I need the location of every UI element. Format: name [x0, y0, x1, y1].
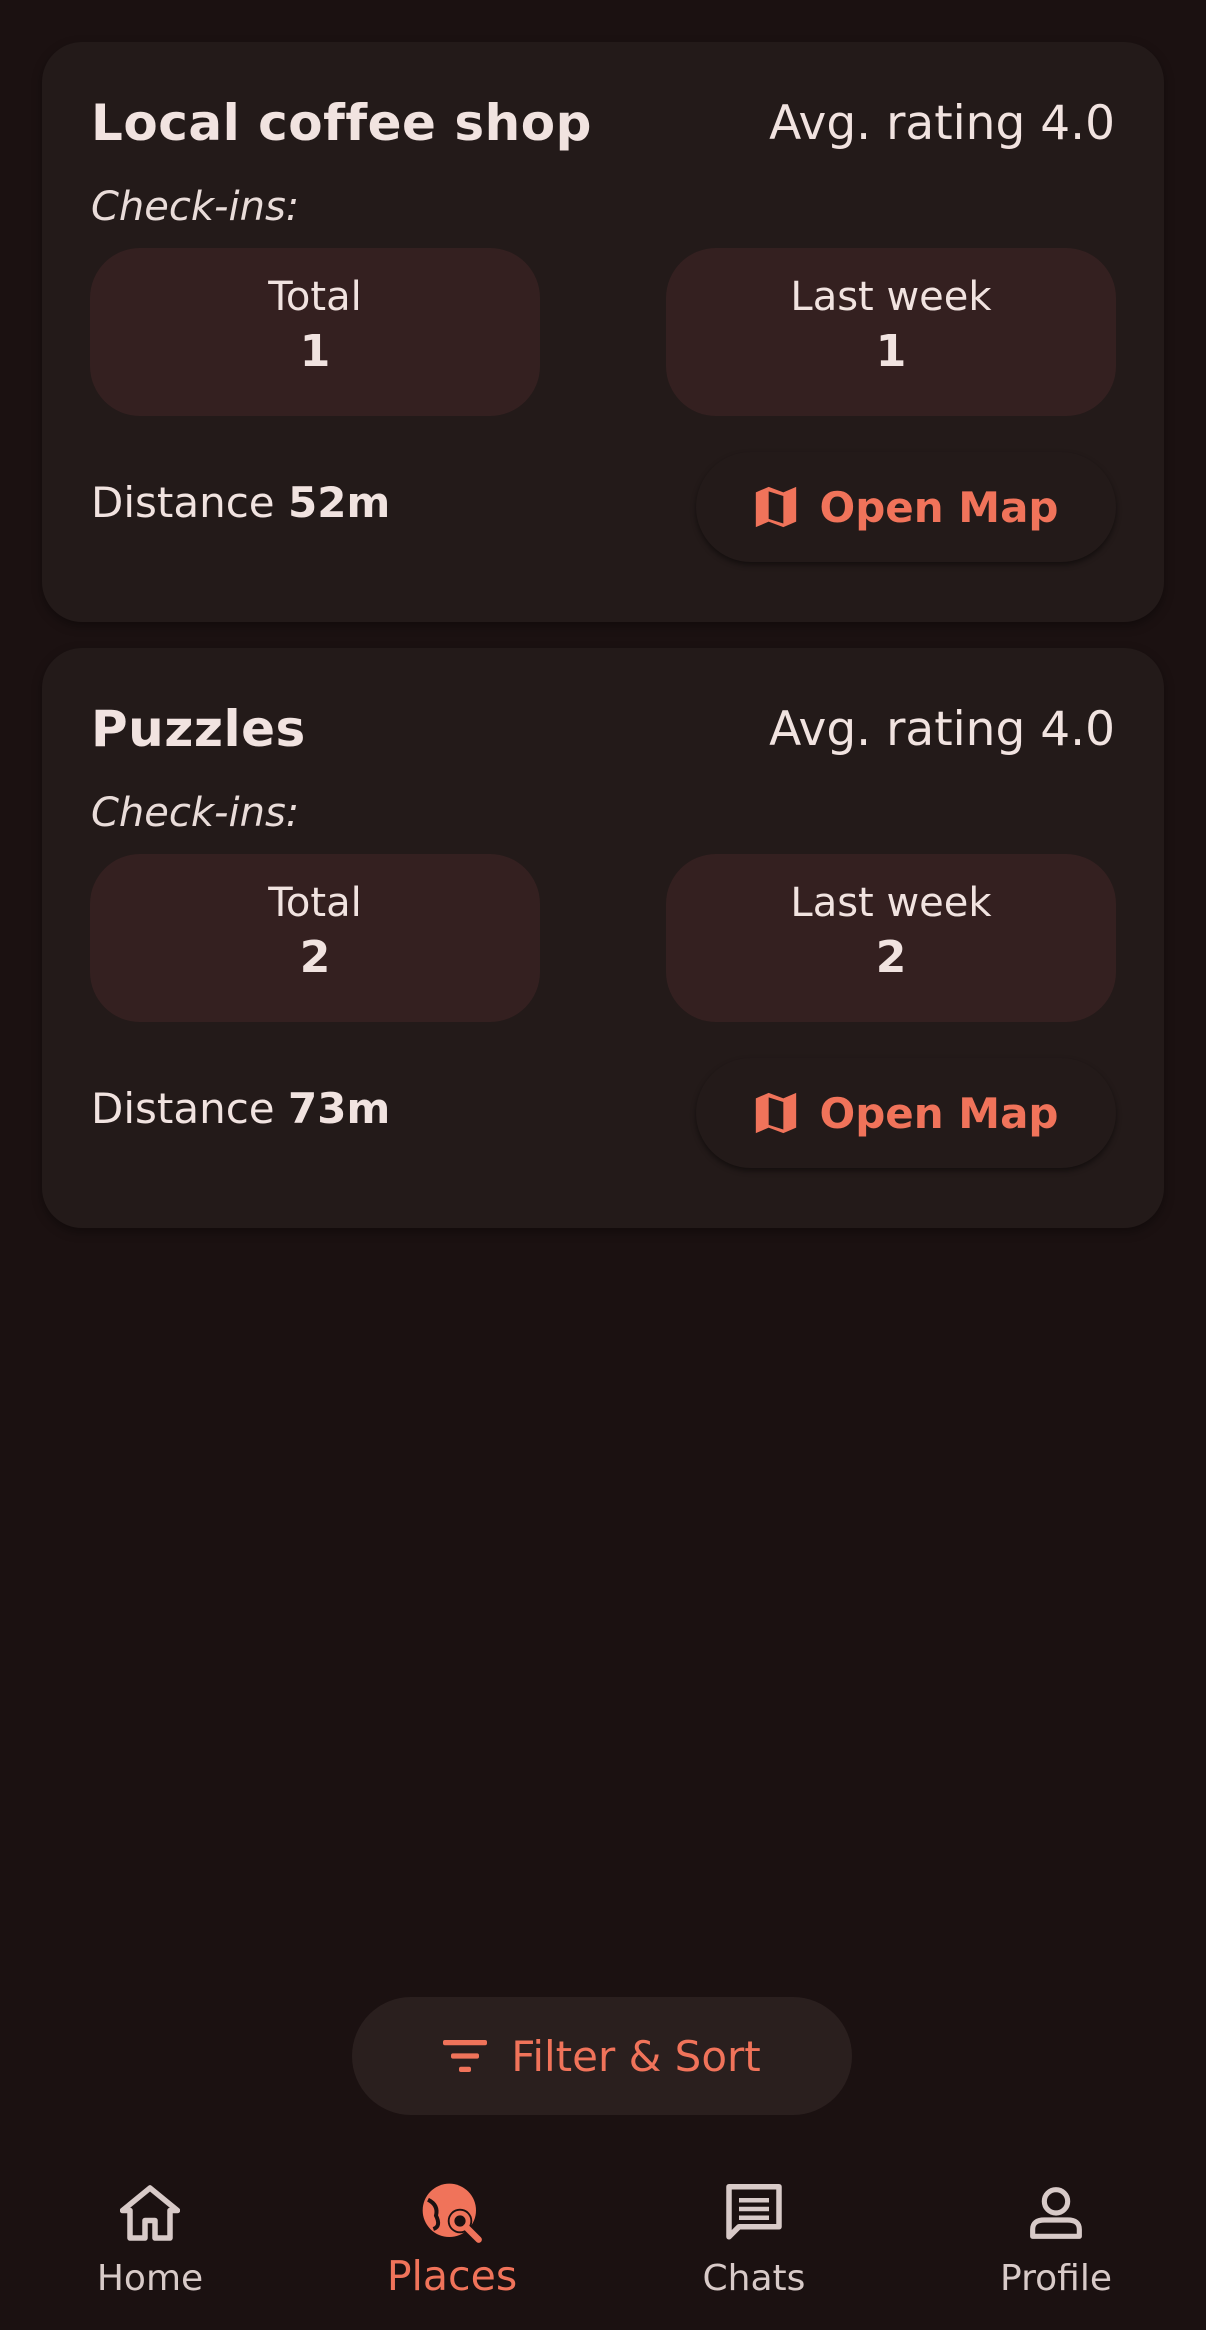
distance-value: 52m	[288, 478, 391, 527]
place-card: Local coffee shop Avg. rating 4.0 Check-…	[42, 42, 1164, 622]
place-name: Local coffee shop	[91, 94, 592, 152]
nav-label-home: Home	[96, 2258, 204, 2299]
last-week-label: Last week	[790, 880, 992, 926]
last-week-value: 1	[875, 326, 907, 377]
distance-label: Distance	[91, 1084, 275, 1133]
total-checkins-box: Total 2	[90, 854, 540, 1022]
nav-label-chats: Chats	[702, 2258, 806, 2299]
last-week-checkins-box: Last week 2	[666, 854, 1116, 1022]
total-value: 2	[299, 932, 331, 983]
place-name: Puzzles	[91, 700, 306, 758]
places-search-icon	[422, 2183, 482, 2243]
distance-label: Distance	[91, 478, 275, 527]
nav-item-profile[interactable]: Profile	[906, 2150, 1206, 2330]
nav-label-profile: Profile	[1000, 2258, 1112, 2299]
total-label: Total	[268, 880, 362, 926]
last-week-value: 2	[875, 932, 907, 983]
filter-sort-label: Filter & Sort	[511, 2031, 761, 2081]
open-map-label: Open Map	[819, 1088, 1059, 1138]
bottom-navigation: Home Places Chats Profile	[0, 2150, 1206, 2330]
total-label: Total	[268, 274, 362, 320]
avg-rating: Avg. rating 4.0	[769, 702, 1115, 757]
place-card: Puzzles Avg. rating 4.0 Check-ins: Total…	[42, 648, 1164, 1228]
total-checkins-box: Total 1	[90, 248, 540, 416]
distance: Distance 73m	[91, 1084, 390, 1133]
open-map-button[interactable]: Open Map	[696, 452, 1116, 562]
avg-rating: Avg. rating 4.0	[769, 96, 1115, 151]
home-icon	[120, 2185, 180, 2241]
checkins-label: Check-ins:	[91, 790, 300, 836]
chat-icon	[726, 2184, 782, 2240]
total-value: 1	[299, 326, 331, 377]
filter-sort-button[interactable]: Filter & Sort	[352, 1997, 852, 2115]
map-icon	[755, 1092, 796, 1134]
nav-item-chats[interactable]: Chats	[604, 2150, 904, 2330]
distance-value: 73m	[288, 1084, 391, 1133]
open-map-label: Open Map	[819, 482, 1059, 532]
filter-icon	[443, 2040, 488, 2072]
nav-item-places[interactable]: Places	[302, 2150, 602, 2330]
last-week-label: Last week	[790, 274, 992, 320]
nav-item-home[interactable]: Home	[0, 2150, 300, 2330]
checkins-label: Check-ins:	[91, 184, 300, 230]
distance: Distance 52m	[91, 478, 390, 527]
last-week-checkins-box: Last week 1	[666, 248, 1116, 416]
profile-icon	[1030, 2187, 1082, 2239]
nav-label-places: Places	[386, 2252, 518, 2300]
open-map-button[interactable]: Open Map	[696, 1058, 1116, 1168]
map-icon	[755, 486, 796, 528]
